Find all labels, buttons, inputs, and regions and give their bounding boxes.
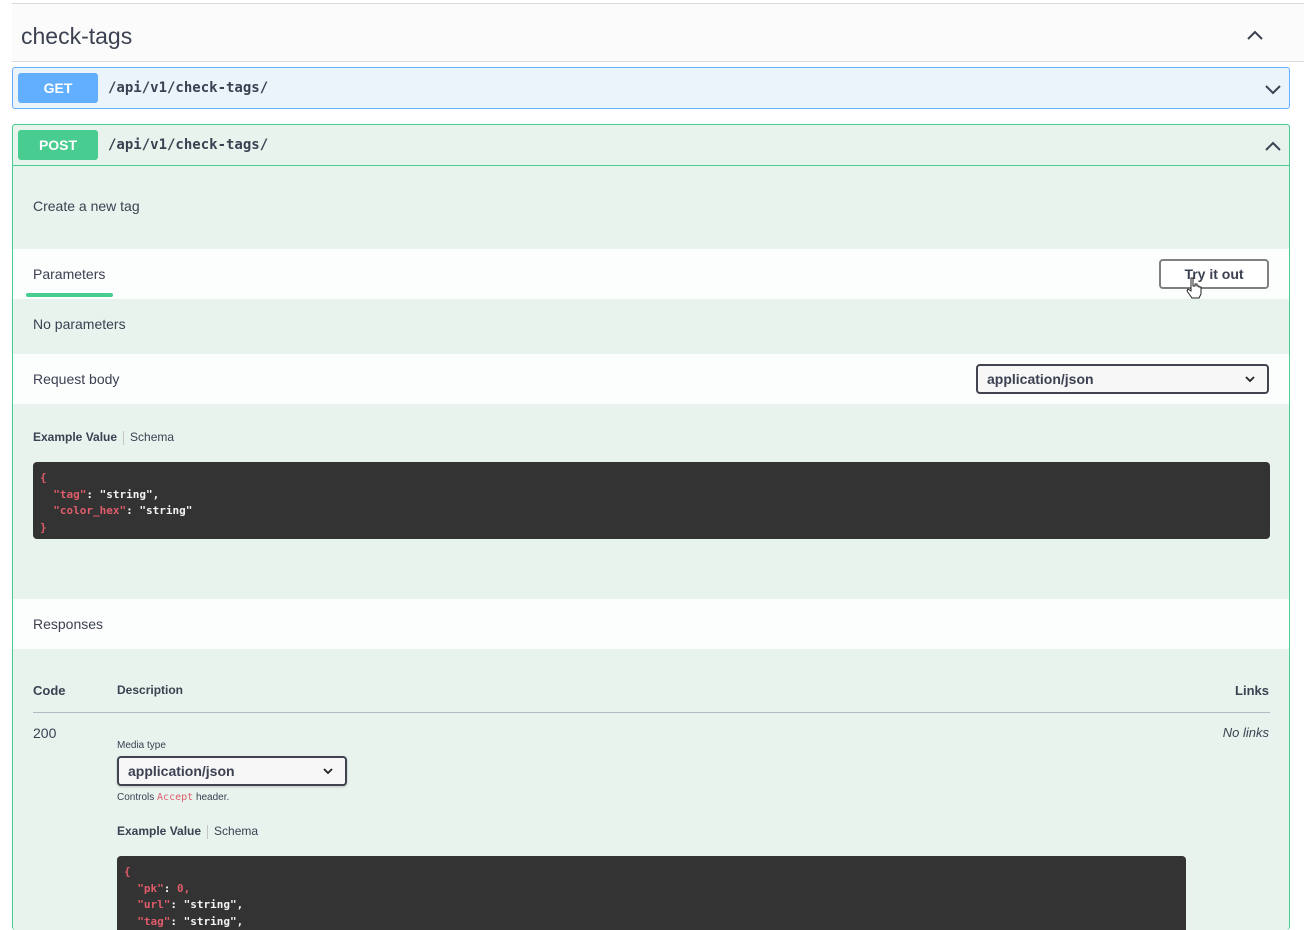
responses-label: Responses — [33, 616, 104, 632]
operation-description: Create a new tag — [33, 198, 140, 214]
code-brace: } — [40, 520, 47, 534]
parameters-tab-indicator — [26, 293, 113, 297]
tag-section-header[interactable]: check-tags — [12, 3, 1304, 62]
parameters-section-header: Parameters Try it out — [13, 249, 1289, 299]
code-key: "tag" — [53, 487, 87, 501]
caret-down-icon — [1245, 376, 1255, 383]
response-media-type-value: application/json — [128, 763, 235, 779]
example-value-tab[interactable]: Example Value — [117, 824, 201, 838]
request-body-section-header: Request body application/json — [13, 354, 1289, 404]
example-value-tab[interactable]: Example Value — [33, 430, 117, 444]
tag-title: check-tags — [21, 23, 133, 49]
code-value: "string", — [99, 487, 160, 501]
code-value: "string", — [183, 914, 244, 928]
code-value: "string", — [183, 898, 244, 911]
controls-accept-code: Accept — [157, 792, 194, 803]
request-example-code: { "tag": "string", "color_hex": "string"… — [33, 462, 1270, 539]
code-key: "url" — [137, 898, 171, 911]
table-header-divider — [33, 712, 1270, 713]
controls-suffix: header. — [195, 792, 230, 803]
schema-tab[interactable]: Schema — [130, 430, 174, 444]
response-code: 200 — [33, 725, 57, 741]
code-key: "tag" — [137, 914, 171, 928]
pointer-cursor-icon — [1186, 277, 1202, 299]
chevron-down-icon[interactable] — [1263, 79, 1283, 99]
tab-divider — [123, 430, 125, 445]
post-operation-summary[interactable]: POST /api/v1/check-tags/ — [13, 125, 1289, 166]
post-path: /api/v1/check-tags/ — [108, 137, 269, 153]
controls-accept-note: Controls Accept header. — [117, 792, 229, 803]
get-operation[interactable]: GET /api/v1/check-tags/ — [12, 67, 1290, 109]
response-links: No links — [1222, 725, 1269, 740]
table-header-links: Links — [1235, 683, 1269, 698]
get-operation-summary[interactable]: GET /api/v1/check-tags/ — [13, 68, 1289, 109]
schema-tab[interactable]: Schema — [214, 824, 258, 838]
chevron-up-icon[interactable] — [1244, 24, 1266, 46]
chevron-up-icon[interactable] — [1263, 136, 1283, 156]
table-header-code: Code — [33, 683, 66, 698]
request-example-tabs: Example Value Schema — [33, 430, 174, 445]
get-path: /api/v1/check-tags/ — [108, 80, 269, 96]
response-example-code: { "pk": 0, "url": "string", "tag": "stri… — [117, 856, 1186, 930]
responses-section-header: Responses — [13, 599, 1289, 649]
code-value: 0, — [177, 881, 191, 895]
response-example-tabs: Example Value Schema — [117, 824, 258, 839]
request-content-type-value: application/json — [987, 371, 1094, 387]
tab-divider — [207, 824, 209, 839]
parameters-tab[interactable]: Parameters — [33, 266, 105, 282]
code-key: "color_hex" — [53, 504, 127, 517]
code-value: "string" — [139, 504, 193, 517]
code-key: "pk" — [137, 881, 164, 895]
media-type-label: Media type — [117, 740, 166, 751]
table-header-description: Description — [117, 683, 184, 697]
code-brace: { — [40, 471, 47, 484]
caret-down-icon — [323, 768, 333, 775]
post-operation: POST /api/v1/check-tags/ Create a new ta… — [12, 124, 1290, 930]
no-parameters-text: No parameters — [33, 316, 126, 332]
method-badge-post: POST — [18, 130, 98, 160]
try-it-out-button[interactable]: Try it out — [1159, 259, 1269, 289]
controls-prefix: Controls — [117, 792, 155, 803]
request-content-type-select[interactable]: application/json — [976, 364, 1269, 394]
code-brace: { — [124, 865, 131, 878]
request-body-label: Request body — [33, 371, 120, 387]
method-badge-get: GET — [18, 73, 98, 103]
response-media-type-select[interactable]: application/json — [117, 756, 347, 786]
